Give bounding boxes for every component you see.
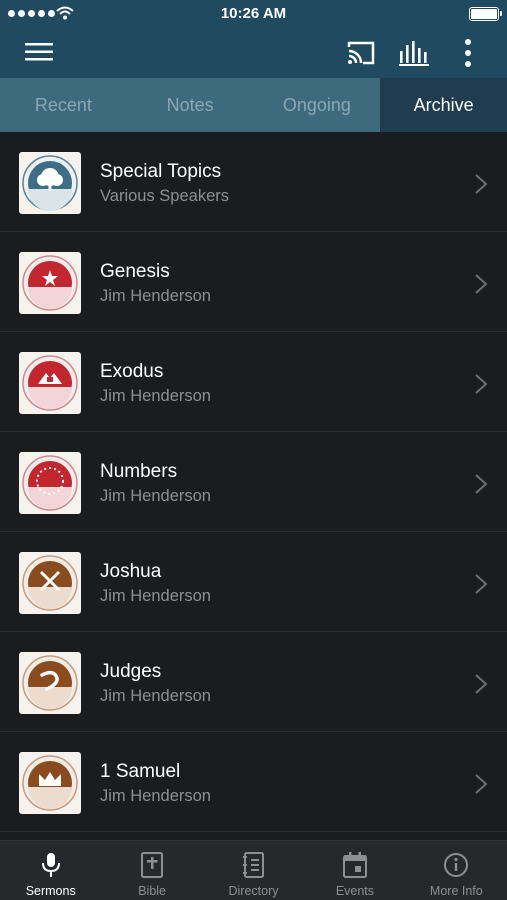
nav-sermons[interactable]: Sermons bbox=[0, 841, 101, 900]
bottom-tab-bar: Sermons Bible Directory Events More Info bbox=[0, 840, 507, 900]
status-time: 10:26 AM bbox=[220, 5, 287, 22]
list-item[interactable]: Genesis Jim Henderson bbox=[0, 232, 507, 332]
nav-label: More Info bbox=[429, 884, 483, 898]
chevron-right-icon bbox=[475, 574, 488, 594]
cast-icon[interactable] bbox=[345, 39, 377, 67]
tab-bar: Recent Notes Ongoing Archive bbox=[0, 78, 507, 132]
tab-recent[interactable]: Recent bbox=[0, 78, 127, 132]
chevron-right-icon bbox=[475, 674, 488, 694]
status-bar: 10:26 AM bbox=[0, 0, 507, 28]
series-speaker: Jim Henderson bbox=[100, 587, 211, 605]
series-speaker: Jim Henderson bbox=[100, 787, 211, 805]
nav-label: Sermons bbox=[25, 884, 76, 898]
series-thumbnail bbox=[19, 252, 81, 314]
hamburger-menu-icon[interactable] bbox=[24, 40, 54, 64]
dotted-ring-icon bbox=[22, 455, 78, 511]
nav-label: Events bbox=[335, 884, 375, 898]
battery-icon bbox=[469, 7, 502, 21]
series-thumbnail bbox=[19, 552, 81, 614]
audio-bars-icon[interactable] bbox=[399, 39, 431, 67]
series-title: Joshua bbox=[100, 561, 162, 582]
list-item[interactable]: 1 Samuel Jim Henderson bbox=[0, 732, 507, 832]
series-speaker: Jim Henderson bbox=[100, 287, 211, 305]
tree-icon bbox=[22, 155, 78, 211]
horn-icon bbox=[22, 655, 78, 711]
series-thumbnail bbox=[19, 652, 81, 714]
app-header: 10:26 AM Recent Notes Ongoing Archive bbox=[0, 0, 507, 132]
nav-more-info[interactable]: More Info bbox=[406, 841, 507, 900]
series-title: Exodus bbox=[100, 361, 164, 382]
series-thumbnail bbox=[19, 452, 81, 514]
list-item[interactable]: Exodus Jim Henderson bbox=[0, 332, 507, 432]
tab-ongoing[interactable]: Ongoing bbox=[254, 78, 381, 132]
chevron-right-icon bbox=[475, 374, 488, 394]
list-item[interactable]: Joshua Jim Henderson bbox=[0, 532, 507, 632]
series-title: Numbers bbox=[100, 461, 178, 482]
nav-bible[interactable]: Bible bbox=[101, 841, 202, 900]
series-speaker: Jim Henderson bbox=[100, 687, 211, 705]
series-thumbnail bbox=[19, 752, 81, 814]
chevron-right-icon bbox=[475, 174, 488, 194]
chevron-right-icon bbox=[475, 774, 488, 794]
microphone-icon bbox=[41, 853, 60, 877]
list-item[interactable]: Numbers Jim Henderson bbox=[0, 432, 507, 532]
bible-icon bbox=[141, 852, 164, 878]
chevron-right-icon bbox=[475, 274, 488, 294]
list-item[interactable]: Special Topics Various Speakers bbox=[0, 132, 507, 232]
more-vertical-icon[interactable] bbox=[458, 37, 478, 69]
tab-notes[interactable]: Notes bbox=[127, 78, 254, 132]
series-title: Judges bbox=[100, 661, 162, 682]
series-title: 1 Samuel bbox=[100, 761, 181, 782]
nav-directory[interactable]: Directory bbox=[203, 841, 304, 900]
tab-archive[interactable]: Archive bbox=[380, 78, 507, 132]
mountain-icon bbox=[22, 355, 78, 411]
nav-events[interactable]: Events bbox=[304, 841, 405, 900]
series-speaker: Jim Henderson bbox=[100, 387, 211, 405]
series-thumbnail bbox=[19, 152, 81, 214]
series-speaker: Various Speakers bbox=[100, 187, 230, 205]
series-title: Genesis bbox=[100, 261, 170, 282]
series-list: Special Topics Various Speakers Genesis … bbox=[0, 132, 507, 832]
star-icon bbox=[22, 255, 78, 311]
toolbar bbox=[0, 28, 507, 78]
directory-icon bbox=[242, 852, 264, 878]
nav-label: Directory bbox=[228, 884, 279, 898]
chevron-right-icon bbox=[475, 474, 488, 494]
crossed-swords-icon bbox=[22, 555, 78, 611]
calendar-icon bbox=[342, 852, 367, 878]
series-title: Special Topics bbox=[100, 161, 222, 182]
nav-label: Bible bbox=[138, 884, 166, 898]
info-icon bbox=[444, 853, 469, 877]
crown-icon bbox=[22, 755, 78, 811]
list-item[interactable]: Judges Jim Henderson bbox=[0, 632, 507, 732]
series-speaker: Jim Henderson bbox=[100, 487, 211, 505]
series-thumbnail bbox=[19, 352, 81, 414]
